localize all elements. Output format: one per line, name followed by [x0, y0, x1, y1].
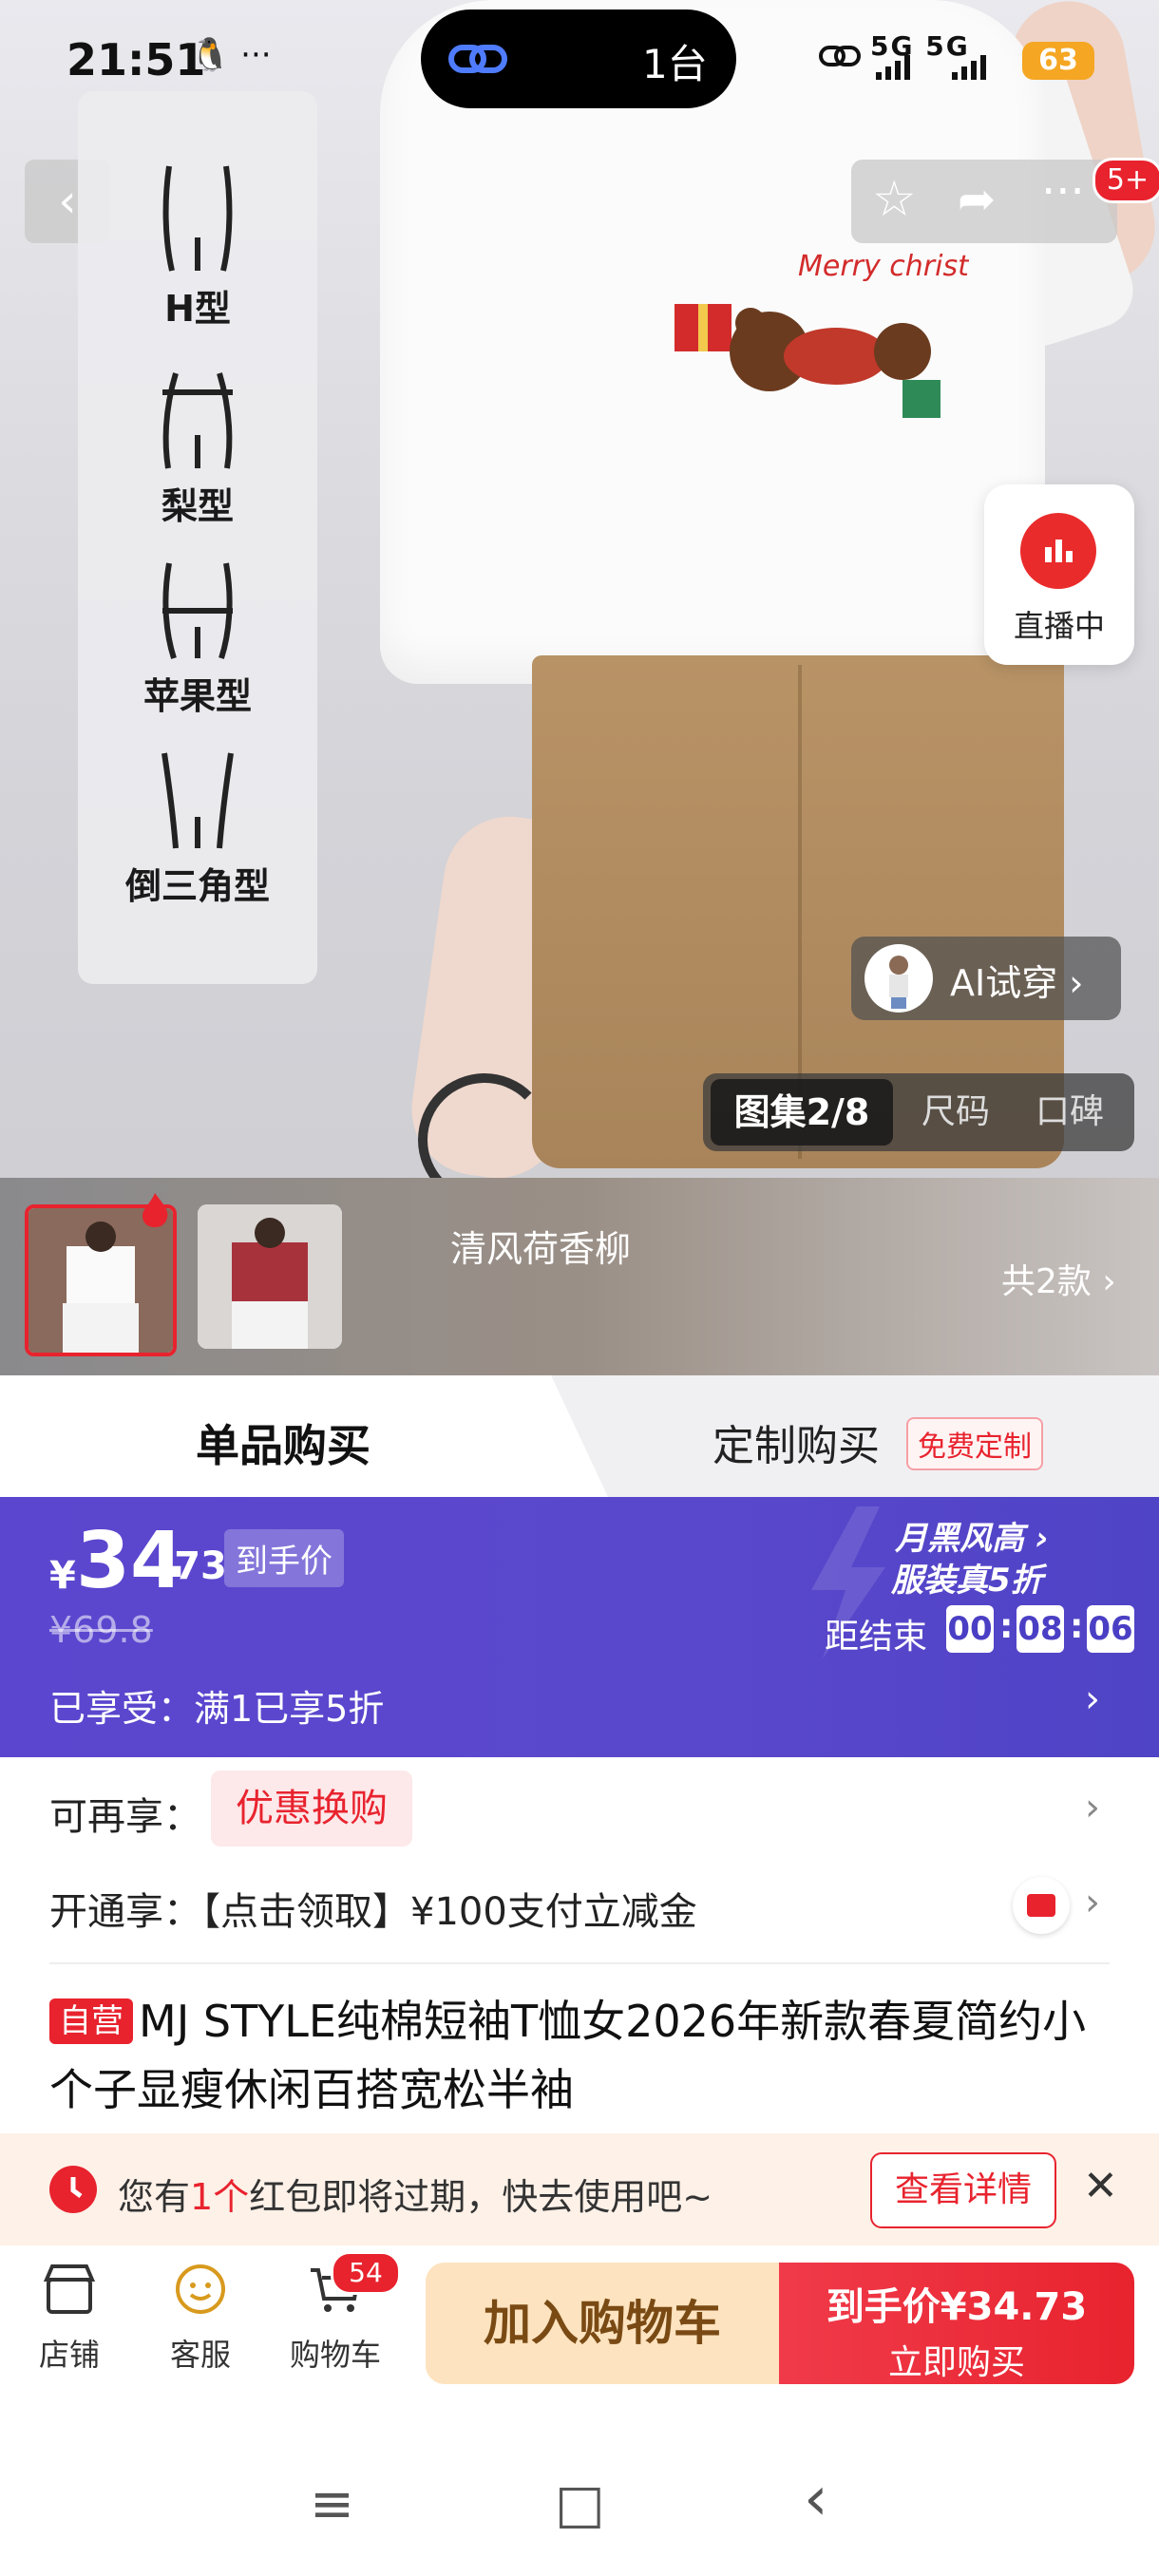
- promo-subtitle: 服装真5折: [891, 1562, 1043, 1600]
- pear-shape-icon: [162, 372, 233, 469]
- shape-label: 倒三角型: [124, 865, 270, 907]
- close-icon[interactable]: ✕: [1083, 2162, 1118, 2210]
- free-custom-badge: 免费定制: [906, 1417, 1043, 1470]
- signal-bars-icon: [876, 55, 986, 80]
- add-to-cart-button[interactable]: 加入购物车: [426, 2263, 779, 2384]
- chevron-right-icon[interactable]: ›: [1085, 1881, 1100, 1924]
- single-purchase-label: 单品购买: [196, 1420, 370, 1471]
- service-label: 客服: [169, 2337, 231, 2373]
- cart-count-badge: 54: [331, 2251, 401, 2295]
- ai-try-on-button[interactable]: AI试穿 ›: [851, 937, 1121, 1020]
- notice-text: 您有1个红包即将过期，快去使用吧~: [118, 2176, 713, 2218]
- island-device-count: 1台: [642, 41, 708, 87]
- home-nav-icon[interactable]: □: [555, 2473, 605, 2535]
- tab-size[interactable]: 尺码: [899, 1079, 1013, 1146]
- customer-service-icon: [176, 2264, 225, 2314]
- gallery-tabs: 图集2/8 尺码 口碑: [703, 1073, 1134, 1151]
- chevron-right-icon[interactable]: ›: [1085, 1786, 1100, 1829]
- star-icon[interactable]: ☆: [872, 171, 917, 228]
- top-action-bar: ☆ ➦ ···: [851, 160, 1117, 243]
- red-packet-notice: 您有1个红包即将过期，快去使用吧~ 查看详情 ✕: [0, 2133, 1159, 2245]
- more-icon[interactable]: ···: [1041, 165, 1085, 218]
- live-icon: [1020, 513, 1096, 589]
- final-price-tag: 到手价: [224, 1529, 344, 1587]
- promo-title[interactable]: 月黑风高 ›: [895, 1512, 1049, 1559]
- inverted-triangle-shape-icon: [162, 752, 234, 849]
- tab-custom-purchase[interactable]: 定制购买: [712, 1411, 880, 1472]
- card-icon: [1013, 1877, 1070, 1934]
- live-stream-button[interactable]: 直播中: [984, 484, 1134, 665]
- buy-now-label: 立即购买: [887, 2343, 1025, 2382]
- apple-shape-icon: [162, 562, 233, 659]
- self-operated-badge: 自营: [49, 1998, 133, 2044]
- store-icon: [43, 2264, 96, 2314]
- countdown-colon: :: [999, 1607, 1014, 1646]
- service-button[interactable]: 客服: [148, 2259, 253, 2375]
- cart-label: 购物车: [289, 2337, 381, 2373]
- payment-coupon-row[interactable]: 开通享：【点击领取】¥100支付立减金: [49, 1881, 697, 1936]
- shape-label: 梨型: [161, 485, 234, 527]
- shape-pear: 梨型: [78, 369, 317, 529]
- tab-reviews[interactable]: 口碑: [1013, 1079, 1127, 1146]
- clock-icon: [49, 2166, 97, 2213]
- battery-indicator: 63: [1022, 42, 1094, 80]
- more-offers-label: 可再享：: [49, 1795, 201, 1839]
- countdown-label: 距结束: [825, 1618, 928, 1657]
- shape-label: H型: [164, 288, 231, 330]
- link-status-icon: [819, 46, 861, 66]
- variant-strip: 清风荷香柳 共2款 ›: [0, 1178, 1159, 1375]
- status-time: 21:51: [66, 34, 206, 85]
- variant-name: 清风荷香柳: [450, 1228, 632, 1270]
- ai-model-avatar: [864, 944, 933, 1013]
- countdown-colon: :: [1070, 1607, 1084, 1646]
- price-currency: ¥: [49, 1554, 76, 1598]
- shape-label: 苹果型: [142, 675, 252, 717]
- discount-applied: 已享受：满1已享5折: [49, 1688, 385, 1730]
- print-text: Merry christmas: [798, 250, 969, 283]
- price-decimal: .73: [160, 1544, 227, 1588]
- hot-flame-icon: [142, 1193, 168, 1227]
- view-details-button[interactable]: 查看详情: [870, 2152, 1056, 2228]
- product-hero-image[interactable]: Merry christmas 21:51 🐧 ··· 1台 5G 5G 63 …: [0, 0, 1159, 1178]
- store-button[interactable]: 店铺: [17, 2259, 122, 2375]
- product-title: 自营 MJ STYLE纯棉短袖T恤女2026年新款春夏简约小个子显瘦休闲百搭宽松半…: [49, 1987, 1113, 2124]
- variant-count-link[interactable]: 共2款 ›: [1001, 1254, 1116, 1303]
- countdown-minutes: 08: [1016, 1605, 1064, 1653]
- price-banner[interactable]: ¥ 34 .73 到手价 ¥69.8 已享受：满1已享5折 月黑风高 › 服装真…: [0, 1497, 1159, 1757]
- shape-inverted-triangle: 倒三角型: [78, 748, 317, 909]
- exchange-offer-chip[interactable]: 优惠换购: [211, 1771, 412, 1847]
- countdown-hours: 00: [946, 1605, 994, 1653]
- message-badge: 5+: [1092, 158, 1159, 203]
- christmas-print-graphic: Merry christmas: [674, 250, 969, 418]
- countdown-seconds: 06: [1087, 1605, 1134, 1653]
- divider: [49, 1962, 1110, 1964]
- ai-try-label: AI试穿 ›: [950, 962, 1084, 1004]
- buy-price-label: 到手价¥34.73: [826, 2285, 1088, 2329]
- product-title-text: MJ STYLE纯棉短袖T恤女2026年新款春夏简约小个子显瘦休闲百搭宽松半袖: [49, 1996, 1087, 2115]
- shape-apple: 苹果型: [78, 559, 317, 719]
- chevron-left-icon: ‹: [58, 175, 77, 228]
- original-price: ¥69.8: [49, 1609, 153, 1651]
- chevron-right-icon: ›: [1085, 1677, 1100, 1721]
- h-shape-icon: [162, 165, 233, 272]
- live-label: 直播中: [1013, 608, 1105, 644]
- tab-gallery[interactable]: 图集2/8: [711, 1079, 893, 1146]
- back-nav-icon[interactable]: ‹: [804, 2464, 828, 2534]
- link-icon: [448, 45, 507, 73]
- share-icon[interactable]: ➦: [958, 173, 996, 226]
- purchase-mode-tabs: 单品购买 定制购买 免费定制: [0, 1375, 1159, 1497]
- bottom-action-bar: 店铺 客服 购物车 54 加入购物车 到手价¥34.73 立即购买: [0, 2245, 1159, 2388]
- buy-now-button[interactable]: 到手价¥34.73 立即购买: [779, 2263, 1134, 2384]
- status-notification-icons: 🐧 ···: [190, 36, 272, 74]
- variant-thumb-red[interactable]: [198, 1204, 342, 1349]
- menu-nav-icon[interactable]: ≡: [310, 2473, 354, 2535]
- shape-h: H型: [78, 161, 317, 331]
- store-label: 店铺: [38, 2337, 100, 2373]
